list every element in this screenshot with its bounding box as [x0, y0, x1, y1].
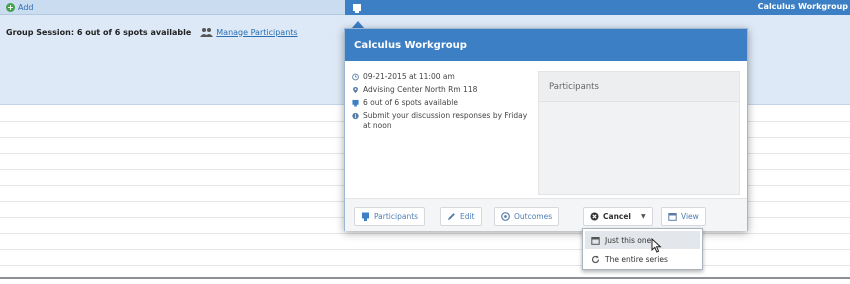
view-button-label: View — [681, 212, 699, 221]
manage-participants-label: Manage Participants — [216, 27, 298, 37]
edit-button[interactable]: Edit — [440, 207, 482, 226]
participants-button[interactable]: Participants — [354, 207, 426, 226]
participants-button-label: Participants — [374, 212, 419, 221]
event-spots: 6 out of 6 spots available — [363, 98, 458, 107]
outcomes-button-label: Outcomes — [514, 212, 553, 221]
event-spots-row: 6 out of 6 spots available — [352, 98, 537, 108]
event-note-row: Submit your discussion responses by Frid… — [352, 111, 537, 131]
plus-circle-icon: + — [6, 3, 15, 12]
participants-panel: Participants — [538, 71, 740, 195]
group-event-icon[interactable] — [352, 3, 362, 13]
cancel-options-menu: Just this one The entire series — [582, 228, 703, 270]
event-location-row: Advising Center North Rm 118 — [352, 85, 537, 95]
cancel-dropdown-button[interactable]: Cancel ▼ — [583, 207, 653, 226]
calendar-event-strip[interactable]: Calculus Workgroup — [345, 0, 850, 15]
add-button[interactable]: + Add — [6, 2, 34, 13]
group-icon — [362, 212, 369, 221]
popup-action-bar: Participants Edit Outcomes Cancel ▼ View — [345, 198, 747, 231]
people-icon — [200, 28, 214, 37]
add-label: Add — [18, 3, 34, 12]
calendar-grid-line — [0, 265, 850, 266]
info-icon — [352, 112, 359, 120]
calendar-grid-line — [0, 233, 850, 234]
outcomes-icon — [501, 212, 510, 221]
cancel-icon — [590, 212, 599, 221]
event-datetime: 09-21-2015 at 11:00 am — [363, 72, 455, 81]
group-icon — [352, 99, 359, 107]
edit-button-label: Edit — [460, 212, 475, 221]
calendar-event-title: Calculus Workgroup — [757, 2, 848, 11]
map-pin-icon — [353, 86, 358, 94]
cancel-just-this-one-label: Just this one — [605, 235, 652, 245]
outcomes-button[interactable]: Outcomes — [494, 207, 560, 226]
cancel-entire-series-label: The entire series — [605, 254, 668, 264]
cancel-just-this-one-item[interactable]: Just this one — [585, 231, 700, 249]
caret-down-icon: ▼ — [641, 213, 646, 220]
calendar-icon — [591, 236, 600, 245]
popup-title: Calculus Workgroup — [354, 39, 467, 51]
clock-icon — [352, 73, 359, 81]
refresh-icon — [591, 255, 600, 263]
event-details-list: 09-21-2015 at 11:00 am Advising Center N… — [352, 72, 537, 134]
group-session-status: Group Session: 6 out of 6 spots availabl… — [6, 27, 192, 37]
event-note: Submit your discussion responses by Frid… — [363, 111, 528, 130]
participants-heading: Participants — [539, 72, 739, 102]
manage-participants-link[interactable]: Manage Participants — [200, 27, 298, 37]
cancel-entire-series-item[interactable]: The entire series — [585, 250, 700, 268]
calendar-grid-line — [0, 249, 850, 250]
cancel-button-label: Cancel — [603, 212, 632, 221]
popup-header: Calculus Workgroup — [345, 29, 747, 61]
event-details-popup: Calculus Workgroup 09-21-2015 at 11:00 a… — [344, 28, 748, 231]
mouse-cursor-icon — [651, 238, 662, 253]
calendar-bottom-border — [0, 277, 850, 279]
group-session-status-row: Group Session: 6 out of 6 spots availabl… — [6, 27, 298, 37]
event-location: Advising Center North Rm 118 — [363, 85, 478, 94]
calendar-icon — [668, 213, 677, 221]
view-button[interactable]: View — [661, 207, 706, 226]
event-datetime-row: 09-21-2015 at 11:00 am — [352, 72, 537, 82]
pencil-icon — [448, 213, 455, 220]
